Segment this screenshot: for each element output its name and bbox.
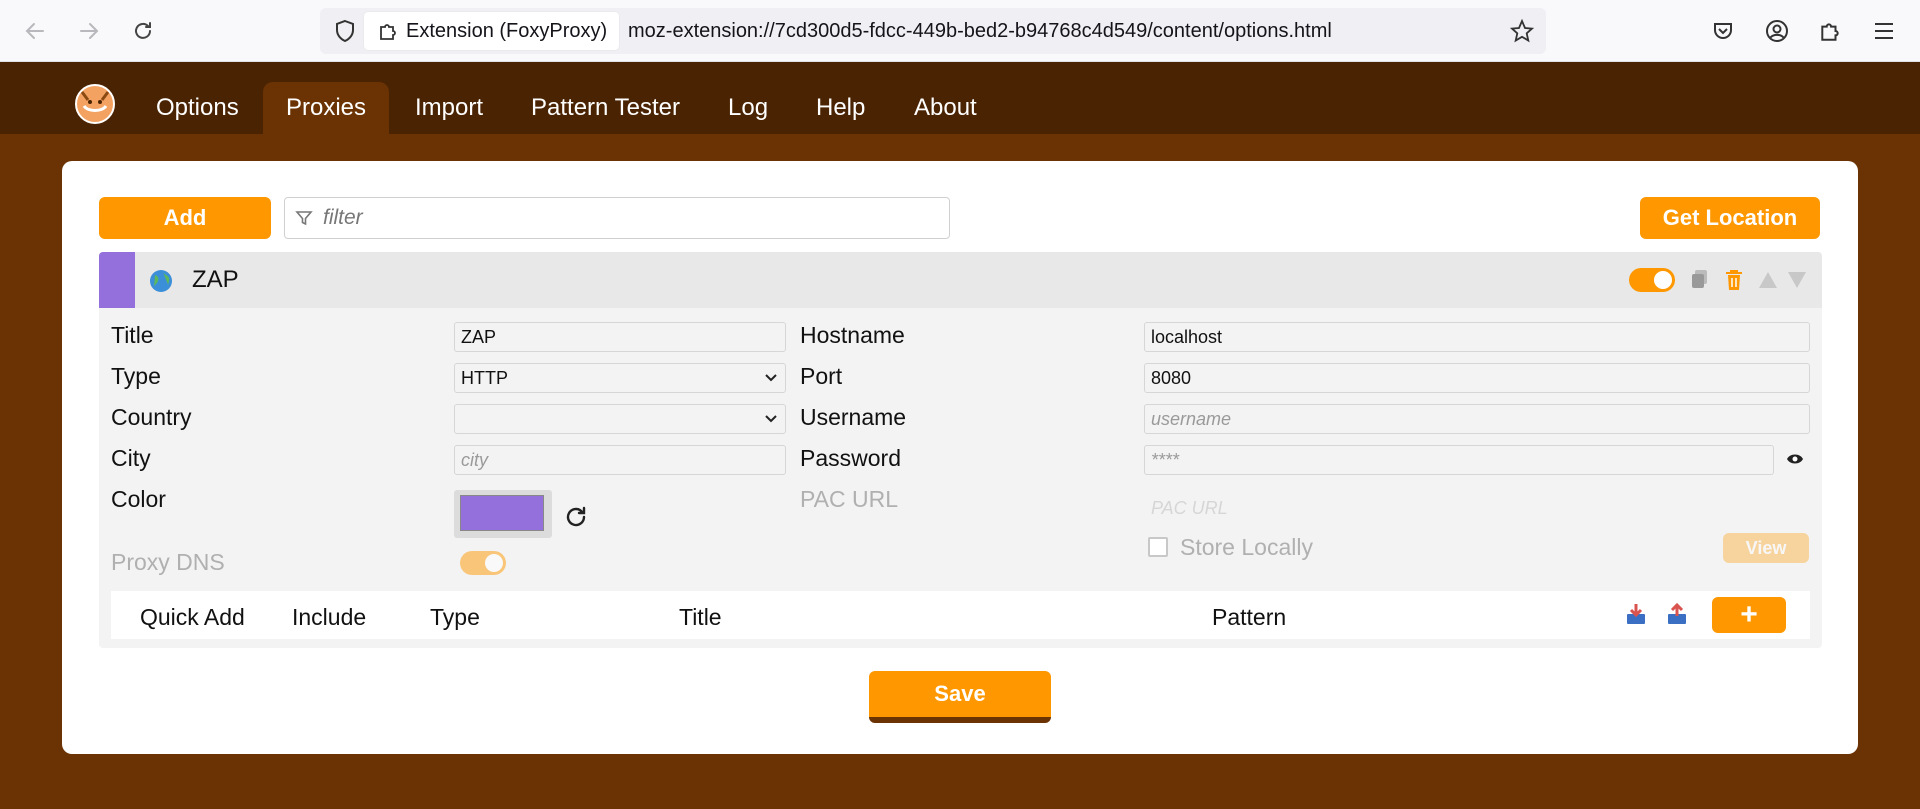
col-title: Title bbox=[679, 604, 722, 630]
port-input[interactable] bbox=[1144, 363, 1810, 393]
show-password-icon[interactable] bbox=[1786, 452, 1804, 466]
app-navbar: Options Proxies Import Pattern Tester Lo… bbox=[0, 62, 1920, 134]
proxies-card: Add Get Location ZAP Title Type HTTP bbox=[62, 161, 1858, 754]
globe-icon bbox=[150, 270, 172, 292]
port-label: Port bbox=[800, 363, 843, 389]
duplicate-icon[interactable] bbox=[1690, 268, 1710, 290]
pac-url-label: PAC URL bbox=[800, 486, 898, 512]
color-label: Color bbox=[111, 486, 166, 512]
password-input[interactable] bbox=[1144, 445, 1774, 475]
city-input[interactable] bbox=[454, 445, 786, 475]
nav-options[interactable]: Options bbox=[133, 82, 262, 134]
extension-identity-chip[interactable]: Extension (FoxyProxy) bbox=[364, 12, 620, 50]
account-button[interactable] bbox=[1762, 16, 1792, 46]
proxy-dns-label: Proxy DNS bbox=[111, 549, 225, 575]
col-type: Type bbox=[430, 604, 480, 630]
col-quick-add: Quick Add bbox=[140, 604, 245, 630]
proxy-dns-toggle[interactable] bbox=[460, 551, 506, 575]
city-label: City bbox=[111, 445, 151, 471]
reload-button[interactable] bbox=[126, 14, 160, 48]
hostname-label: Hostname bbox=[800, 322, 905, 348]
url-bar[interactable]: Extension (FoxyProxy) moz-extension://7c… bbox=[320, 8, 1546, 54]
patterns-header: Quick Add Include Type Title Pattern + bbox=[111, 591, 1810, 639]
puzzle-icon bbox=[380, 24, 396, 40]
view-pac-button[interactable]: View bbox=[1723, 533, 1809, 563]
browser-toolbar: Extension (FoxyProxy) moz-extension://7c… bbox=[0, 0, 1920, 62]
random-color-icon[interactable] bbox=[563, 504, 589, 530]
import-patterns-icon[interactable] bbox=[1625, 602, 1647, 626]
puzzle-icon bbox=[1821, 23, 1839, 41]
title-label: Title bbox=[111, 322, 154, 348]
trash-icon[interactable] bbox=[1723, 268, 1745, 292]
bookmark-star-icon[interactable] bbox=[1510, 19, 1534, 43]
forward-arrow-icon bbox=[80, 23, 99, 39]
country-select[interactable] bbox=[454, 404, 786, 434]
proxy-header[interactable]: ZAP bbox=[99, 252, 1822, 308]
nav-proxies[interactable]: Proxies bbox=[263, 82, 390, 134]
username-input[interactable] bbox=[1144, 404, 1810, 434]
col-include: Include bbox=[292, 604, 367, 630]
filter-box bbox=[284, 197, 950, 239]
move-up-icon[interactable] bbox=[1758, 270, 1778, 290]
title-input[interactable] bbox=[454, 322, 786, 352]
proxy-title: ZAP bbox=[192, 266, 239, 293]
save-button[interactable]: Save bbox=[869, 671, 1051, 723]
back-arrow-icon bbox=[25, 23, 44, 39]
filter-icon bbox=[295, 211, 313, 226]
password-label: Password bbox=[800, 445, 901, 471]
col-pattern: Pattern bbox=[1212, 604, 1287, 630]
filter-input[interactable] bbox=[323, 206, 923, 230]
color-picker[interactable] bbox=[454, 490, 552, 538]
proxy-entry: ZAP Title Type HTTP Country City Color P… bbox=[99, 252, 1822, 648]
account-icon bbox=[1766, 20, 1788, 42]
nav-import[interactable]: Import bbox=[392, 82, 506, 134]
nav-help[interactable]: Help bbox=[793, 82, 888, 134]
type-select-value: HTTP bbox=[461, 367, 508, 388]
export-patterns-icon[interactable] bbox=[1666, 602, 1688, 626]
get-location-button[interactable]: Get Location bbox=[1640, 197, 1820, 239]
fox-logo-icon bbox=[75, 84, 115, 124]
store-locally-label: Store Locally bbox=[1180, 534, 1313, 560]
hostname-input[interactable] bbox=[1144, 322, 1810, 352]
foxyproxy-logo bbox=[70, 80, 120, 124]
forward-button[interactable] bbox=[72, 14, 106, 48]
add-pattern-button[interactable]: + bbox=[1712, 597, 1786, 633]
pocket-button[interactable] bbox=[1708, 16, 1738, 46]
url-text[interactable]: moz-extension://7cd300d5-fdcc-449b-bed2-… bbox=[628, 20, 1332, 43]
pocket-icon bbox=[1714, 23, 1732, 39]
username-label: Username bbox=[800, 404, 907, 430]
back-button[interactable] bbox=[18, 14, 52, 48]
reload-icon bbox=[135, 22, 151, 39]
color-swatch bbox=[460, 495, 544, 531]
pac-url-input[interactable] bbox=[1144, 493, 1810, 523]
hamburger-icon bbox=[1875, 23, 1893, 39]
nav-pattern-tester[interactable]: Pattern Tester bbox=[508, 82, 703, 134]
extensions-button[interactable] bbox=[1815, 16, 1845, 46]
store-locally-checkbox[interactable] bbox=[1148, 537, 1168, 557]
chevron-down-icon bbox=[765, 415, 777, 423]
nav-about[interactable]: About bbox=[891, 82, 1000, 134]
move-down-icon[interactable] bbox=[1787, 270, 1807, 290]
add-proxy-button[interactable]: Add bbox=[99, 197, 271, 239]
extension-label: Extension (FoxyProxy) bbox=[406, 19, 608, 42]
type-select[interactable]: HTTP bbox=[454, 363, 786, 393]
type-label: Type bbox=[111, 363, 161, 389]
proxy-color-strip bbox=[99, 252, 135, 308]
country-label: Country bbox=[111, 404, 192, 430]
chevron-down-icon bbox=[765, 374, 777, 382]
menu-button[interactable] bbox=[1869, 16, 1899, 46]
nav-log[interactable]: Log bbox=[705, 82, 791, 134]
shield-icon[interactable] bbox=[334, 19, 356, 43]
proxy-enabled-toggle[interactable] bbox=[1629, 268, 1675, 292]
